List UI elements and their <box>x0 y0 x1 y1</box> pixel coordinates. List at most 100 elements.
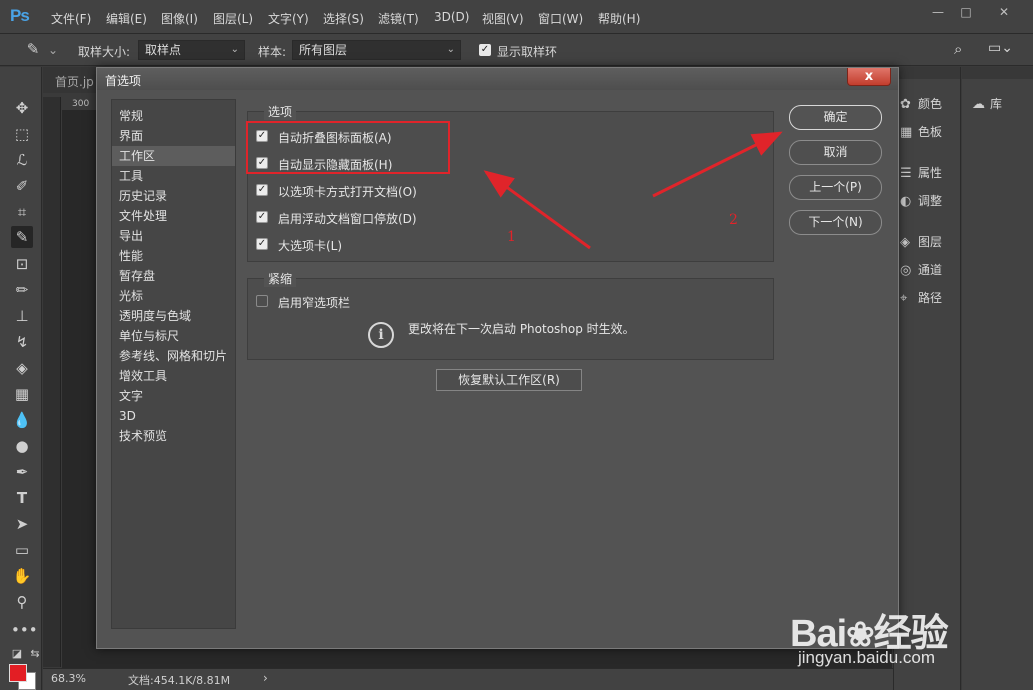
pen-tool-icon[interactable]: ✒ <box>11 461 33 483</box>
panel-channels[interactable]: ◎ 通道 <box>900 261 942 283</box>
checkbox[interactable]: ✓ <box>256 211 268 223</box>
baidu-watermark: Bai❀经验 jingyan.baidu.com <box>790 578 1030 688</box>
panel-channels-label: 通道 <box>918 263 943 277</box>
nav-item-export[interactable]: 导出 <box>112 226 235 246</box>
sample-label: 样本: <box>258 45 287 59</box>
nav-item-plugins[interactable]: 增效工具 <box>112 366 235 386</box>
nav-item-type[interactable]: 文字 <box>112 386 235 406</box>
nav-item-workspace[interactable]: 工作区 <box>112 146 235 166</box>
foreground-color-swatch-top[interactable] <box>9 664 27 682</box>
nav-item-general[interactable]: 常规 <box>112 106 235 126</box>
checkbox[interactable] <box>256 295 268 307</box>
nav-item-tech-previews[interactable]: 技术预览 <box>112 426 235 446</box>
menu-image[interactable]: 图像(I) <box>161 10 198 27</box>
cancel-button[interactable]: 取消 <box>789 140 882 165</box>
gradient-tool-icon[interactable]: ▦ <box>11 383 33 405</box>
properties-icon: ☰ <box>900 166 912 181</box>
info-icon: i <box>368 322 394 348</box>
nav-item-tools[interactable]: 工具 <box>112 166 235 186</box>
crop-tool-icon[interactable]: ⌗ <box>11 201 33 223</box>
options-group-title: 选项 <box>264 103 297 120</box>
dialog-close-button[interactable]: x <box>847 68 891 86</box>
menu-window[interactable]: 窗口(W) <box>538 10 583 27</box>
eraser-tool-icon[interactable]: ◈ <box>11 357 33 379</box>
menu-filter[interactable]: 滤镜(T) <box>378 10 419 27</box>
minimize-icon[interactable]: — <box>927 4 949 20</box>
menu-view[interactable]: 视图(V) <box>482 10 524 27</box>
workspace-icon[interactable]: ▭⌄ <box>988 40 1013 56</box>
nav-item-cursors[interactable]: 光标 <box>112 286 235 306</box>
panel-layers[interactable]: ◈ 图层 <box>900 233 942 255</box>
panel-libraries[interactable]: ☁ 库 <box>972 95 1002 117</box>
search-icon[interactable]: ⌕ <box>954 40 962 58</box>
maximize-icon[interactable]: □ <box>955 4 977 20</box>
menu-edit[interactable]: 编辑(E) <box>106 10 147 27</box>
toolbox: ✥ ⬚ ℒ ✐ ⌗ ✎ ⊡ ✏ ⊥ ↯ ◈ ▦ 💧 ● ✒ T ➤ ▭ ✋ ⚲ … <box>0 67 42 690</box>
history-brush-icon[interactable]: ↯ <box>11 331 33 353</box>
checkbox[interactable]: ✓ <box>256 238 268 250</box>
marquee-tool-icon[interactable]: ⬚ <box>11 123 33 145</box>
nav-item-scratch-disks[interactable]: 暂存盘 <box>112 266 235 286</box>
eyedropper-tool-icon[interactable]: ✎ <box>11 226 33 248</box>
info-message: 更改将在下一次启动 Photoshop 时生效。 <box>408 322 635 336</box>
panel-swatches[interactable]: ▦ 色板 <box>900 123 942 145</box>
menu-file[interactable]: 文件(F) <box>51 10 91 27</box>
zoom-level[interactable]: 68.3% <box>51 672 86 685</box>
rectangle-tool-icon[interactable]: ▭ <box>11 539 33 561</box>
chevron-down-icon: ⌄ <box>230 44 239 55</box>
nav-item-transparency[interactable]: 透明度与色域 <box>112 306 235 326</box>
panel-swatches-label: 色板 <box>918 125 943 139</box>
zoom-tool-icon[interactable]: ⚲ <box>11 591 33 613</box>
menu-type[interactable]: 文字(Y) <box>268 10 309 27</box>
healing-tool-icon[interactable]: ⊡ <box>11 253 33 275</box>
sample-select[interactable]: 所有图层 ⌄ <box>292 40 461 60</box>
panel-paths[interactable]: ⌖ 路径 <box>900 289 942 311</box>
panel-properties[interactable]: ☰ 属性 <box>900 164 942 186</box>
reset-workspace-button[interactable]: 恢复默认工作区(R) <box>436 369 582 391</box>
nav-item-file-handling[interactable]: 文件处理 <box>112 206 235 226</box>
stamp-tool-icon[interactable]: ⊥ <box>11 305 33 327</box>
nav-item-3d[interactable]: 3D <box>112 406 235 426</box>
ok-button[interactable]: 确定 <box>789 105 882 130</box>
panel-adjustments-label: 调整 <box>918 194 943 208</box>
path-select-tool-icon[interactable]: ➤ <box>11 513 33 535</box>
prev-button[interactable]: 上一个(P) <box>789 175 882 200</box>
more-tools-icon[interactable]: ••• <box>11 619 38 641</box>
menu-select[interactable]: 选择(S) <box>323 10 364 27</box>
annotation-highlight-box <box>246 121 450 174</box>
blur-tool-icon[interactable]: 💧 <box>11 409 33 431</box>
panel-adjustments[interactable]: ◐ 调整 <box>900 192 942 214</box>
lasso-tool-icon[interactable]: ℒ <box>11 149 33 171</box>
dodge-tool-icon[interactable]: ● <box>11 435 33 457</box>
quick-select-tool-icon[interactable]: ✐ <box>11 175 33 197</box>
nav-item-units-rulers[interactable]: 单位与标尺 <box>112 326 235 346</box>
panel-collapse-bar[interactable] <box>962 67 1033 79</box>
nav-item-interface[interactable]: 界面 <box>112 126 235 146</box>
option-label: 以选项卡方式打开文档(O) <box>278 185 417 199</box>
nav-item-performance[interactable]: 性能 <box>112 246 235 266</box>
move-tool-icon[interactable]: ✥ <box>11 97 33 119</box>
show-ring-checkbox[interactable]: ✓ <box>479 44 491 56</box>
panel-color[interactable]: ✿ 颜色 <box>900 95 942 117</box>
panel-collapse-bar[interactable] <box>894 67 960 79</box>
nav-item-history[interactable]: 历史记录 <box>112 186 235 206</box>
chevron-right-icon[interactable]: › <box>263 671 268 685</box>
window-close-icon[interactable]: ✕ <box>993 4 1015 20</box>
sample-size-label: 取样大小: <box>78 45 131 59</box>
menu-help[interactable]: 帮助(H) <box>598 10 640 27</box>
sample-size-select[interactable]: 取样点 ⌄ <box>138 40 245 60</box>
nav-item-guides-grid[interactable]: 参考线、网格和切片 <box>112 346 235 366</box>
hand-tool-icon[interactable]: ✋ <box>11 565 33 587</box>
eyedropper-preset-icon[interactable]: ✎ <box>22 38 44 60</box>
checkbox[interactable]: ✓ <box>256 184 268 196</box>
next-button[interactable]: 下一个(N) <box>789 210 882 235</box>
type-tool-icon[interactable]: T <box>11 487 33 509</box>
menu-layer[interactable]: 图层(L) <box>213 10 253 27</box>
sample-value: 所有图层 <box>299 43 348 57</box>
dialog-title-bar[interactable]: 首选项 x <box>97 68 898 90</box>
document-tab[interactable]: 首页.jp <box>55 73 94 90</box>
document-size: 文档:454.1K/8.81M <box>128 674 231 687</box>
brush-tool-icon[interactable]: ✏ <box>11 279 33 301</box>
menu-3d[interactable]: 3D(D) <box>434 10 469 24</box>
preset-chevron-icon[interactable]: ⌄ <box>48 43 58 57</box>
